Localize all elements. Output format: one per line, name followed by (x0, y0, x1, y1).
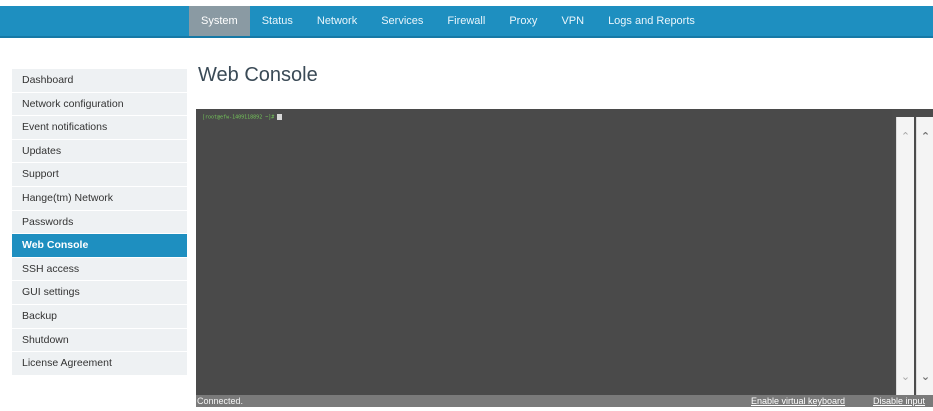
sidebar-item-web-console[interactable]: Web Console (12, 234, 187, 258)
nav-system[interactable]: System (189, 6, 250, 36)
sidebar-item-ssh-access[interactable]: SSH access (12, 257, 187, 282)
terminal-scrollbar[interactable]: ⌃ ⌄ (896, 117, 914, 395)
top-navigation-bar: System Status Network Services Firewall … (0, 6, 933, 38)
sidebar-item-shutdown[interactable]: Shutdown (12, 328, 187, 353)
nav-firewall[interactable]: Firewall (435, 6, 497, 36)
sidebar-item-license-agreement[interactable]: License Agreement (12, 352, 187, 376)
chevron-down-icon[interactable]: ⌄ (917, 369, 933, 385)
prompt-text: [root@efw-1409118892 ~]# (202, 114, 275, 121)
nav-services[interactable]: Services (369, 6, 435, 36)
nav-logs-and-reports[interactable]: Logs and Reports (596, 6, 707, 36)
terminal-cursor (277, 114, 283, 120)
chevron-down-icon[interactable]: ⌄ (897, 369, 914, 385)
sidebar-item-hange-network[interactable]: Hange(tm) Network (12, 186, 187, 211)
connection-status: Connected. (197, 396, 244, 406)
sidebar-item-gui-settings[interactable]: GUI settings (12, 281, 187, 305)
chevron-up-icon[interactable]: ⌃ (917, 129, 933, 145)
sidebar-item-updates[interactable]: Updates (12, 139, 187, 164)
nav-status[interactable]: Status (250, 6, 305, 36)
sidebar-item-support[interactable]: Support (12, 163, 187, 187)
enable-virtual-keyboard-link[interactable]: Enable virtual keyboard (751, 395, 845, 407)
main-menu: System Status Network Services Firewall … (189, 6, 707, 36)
chevron-up-icon[interactable]: ⌃ (897, 129, 914, 145)
sidebar-item-dashboard[interactable]: Dashboard (12, 69, 187, 93)
terminal-prompt: [root@efw-1409118892 ~]# (202, 114, 283, 121)
disable-input-link[interactable]: Disable input (873, 395, 925, 407)
page-title: Web Console (198, 64, 318, 86)
nav-vpn[interactable]: VPN (549, 6, 596, 36)
sidebar-item-network-configuration[interactable]: Network configuration (12, 92, 187, 117)
page-scrollbar[interactable]: ⌃ ⌄ (916, 117, 933, 395)
sidebar-item-event-notifications[interactable]: Event notifications (12, 116, 187, 140)
web-console[interactable]: [root@efw-1409118892 ~]# ⌃ ⌄ ⌃ ⌄ Connect… (196, 109, 933, 407)
nav-proxy[interactable]: Proxy (497, 6, 549, 36)
sidebar-menu: Dashboard Network configuration Event no… (12, 69, 187, 376)
terminal-output[interactable]: [root@efw-1409118892 ~]# (196, 109, 892, 395)
console-status-bar: Connected. Enable virtual keyboard Disab… (196, 395, 933, 407)
nav-network[interactable]: Network (305, 6, 369, 36)
sidebar-item-backup[interactable]: Backup (12, 304, 187, 329)
sidebar-item-passwords[interactable]: Passwords (12, 210, 187, 235)
